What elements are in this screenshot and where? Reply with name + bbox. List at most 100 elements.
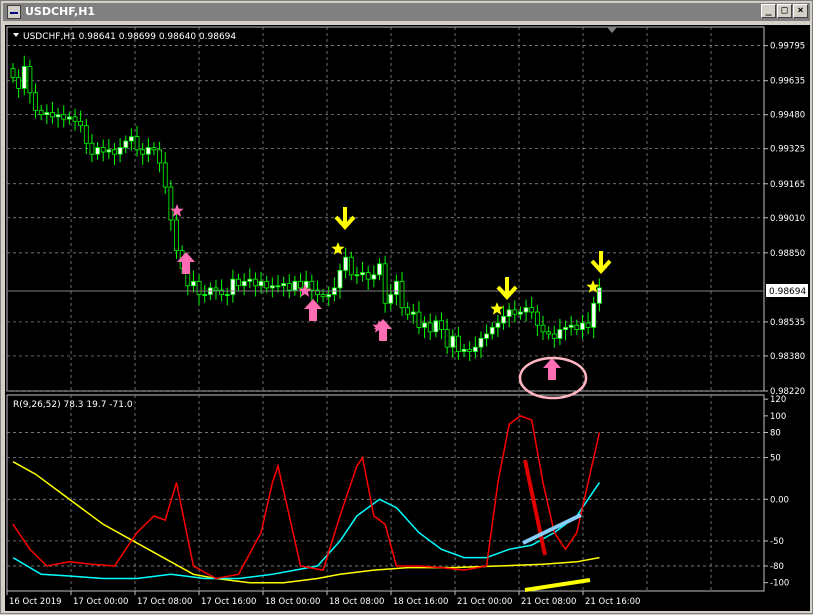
collapse-icon[interactable]: [13, 33, 19, 37]
bull-candle: [478, 337, 484, 348]
bear-candle: [140, 149, 146, 155]
price-tick-label: 0.99325: [770, 145, 805, 155]
bull-candle: [506, 309, 512, 317]
bear-candle: [264, 280, 270, 289]
bull-candle: [247, 278, 253, 282]
bear-candle: [540, 324, 546, 333]
minimize-button[interactable]: _: [761, 4, 776, 18]
time-tick-label: 21 Oct 08:00: [521, 597, 576, 607]
bull-candle: [145, 147, 151, 155]
bear-candle: [27, 66, 33, 94]
time-tick-label: 18 Oct 08:00: [329, 597, 384, 607]
indicator-tick-label: 80: [770, 429, 781, 439]
bear-candle: [298, 280, 303, 289]
bull-candle: [326, 294, 332, 298]
bear-candle: [320, 294, 326, 298]
bear-candle: [236, 278, 241, 287]
indicator-pane-frame: [6, 394, 765, 592]
bear-candle: [416, 311, 422, 328]
bull-candle: [269, 285, 275, 289]
time-tick-label: 21 Oct 00:00: [457, 597, 512, 607]
bull-candle: [117, 147, 123, 155]
bear-candle: [405, 307, 411, 315]
bear-candle: [348, 256, 354, 276]
bear-candle: [157, 149, 162, 164]
bull-candle: [258, 280, 264, 287]
bear-candle: [112, 149, 117, 155]
chart-window-icon: [7, 5, 21, 19]
bear-candle: [100, 147, 106, 153]
bear-candle: [151, 147, 157, 151]
terminal-window: USDCHF,H1 _ □ × 0.99795 0.99635 0.99480 0.9…: [0, 0, 813, 614]
bull-candle: [495, 322, 501, 328]
bull-candle: [66, 116, 72, 120]
bull-candle: [337, 269, 343, 289]
title-bar[interactable]: USDCHF,H1 _ □ ×: [3, 3, 810, 21]
bull-candle: [489, 327, 495, 335]
bear-candle: [365, 272, 371, 280]
bear-candle: [33, 92, 38, 111]
bear-candle: [196, 280, 202, 295]
bear-candle: [585, 322, 591, 328]
time-tick-label: 17 Oct 16:00: [201, 597, 256, 607]
bear-candle: [61, 114, 67, 120]
bear-candle: [574, 324, 580, 331]
bear-candle: [529, 307, 535, 313]
candles: [10, 55, 602, 361]
drawn-trendline-yellow[interactable]: [524, 578, 591, 592]
price-axis: 0.99795 0.99635 0.99480 0.99325 0.99165 0.990…: [764, 42, 805, 397]
bull-candle: [95, 147, 100, 155]
maximize-button[interactable]: □: [777, 4, 792, 18]
bear-candle: [399, 280, 405, 309]
buy-arrow-icon: [304, 299, 322, 321]
bear-candle: [78, 120, 84, 127]
bear-candle: [467, 348, 473, 352]
bull-candle: [568, 324, 574, 328]
bull-candle: [501, 316, 506, 324]
bear-candle: [16, 77, 22, 89]
indicator-tick-label: 50: [770, 454, 781, 464]
buy-arrow-icon: [177, 252, 195, 274]
bull-candle: [433, 320, 439, 333]
symbol-header: USDCHF,H1 0.98641 0.98699 0.98640 0.9869…: [23, 32, 236, 42]
bull-candle: [563, 327, 568, 331]
bull-candle: [388, 294, 394, 304]
time-tick-label: 17 Oct 08:00: [137, 597, 192, 607]
bear-candle: [162, 162, 168, 188]
bull-candle: [106, 149, 112, 153]
bear-candle: [83, 125, 89, 144]
bull-candle: [129, 136, 134, 142]
indicator-header: R(9,26,52) 78.3 19.7 -71.0: [13, 400, 133, 410]
bull-candle: [484, 333, 490, 339]
close-button[interactable]: ×: [793, 4, 808, 18]
bear-candle: [286, 283, 292, 291]
window-title: USDCHF,H1: [25, 5, 96, 18]
price-tick-label: 0.98850: [770, 249, 805, 259]
price-tick-label: 0.98535: [770, 318, 805, 328]
bull-candle: [224, 294, 230, 296]
bear-candle: [551, 333, 557, 339]
chart-area[interactable]: 0.99795 0.99635 0.99480 0.99325 0.99165 0.990…: [5, 25, 810, 611]
bear-candle: [444, 329, 450, 348]
bull-candle: [55, 114, 61, 118]
bull-candle: [191, 280, 196, 287]
bear-candle: [534, 311, 540, 326]
bull-candle: [230, 278, 236, 295]
price-tick-label: 0.98380: [770, 352, 805, 362]
bull-candle: [580, 322, 585, 331]
chart-svg[interactable]: 0.99795 0.99635 0.99480 0.99325 0.99165 0.990…: [5, 25, 810, 611]
bull-candle: [422, 322, 427, 328]
bull-candle: [472, 346, 478, 352]
current-price-label: 0.98694: [769, 287, 806, 297]
bear-candle: [174, 219, 179, 252]
chart-shift-icon[interactable]: [607, 27, 617, 33]
bull-candle: [360, 272, 365, 276]
price-tick-label: 0.99480: [770, 111, 805, 121]
price-tick-label: 0.99010: [770, 214, 805, 224]
bull-candle: [275, 285, 281, 288]
bear-candle: [439, 320, 444, 331]
bear-candle: [89, 142, 95, 155]
signal-star-icon: [490, 302, 504, 315]
time-tick-label: 16 Oct 2019: [9, 597, 62, 607]
indicator-tick-label: 0.00: [770, 495, 789, 505]
